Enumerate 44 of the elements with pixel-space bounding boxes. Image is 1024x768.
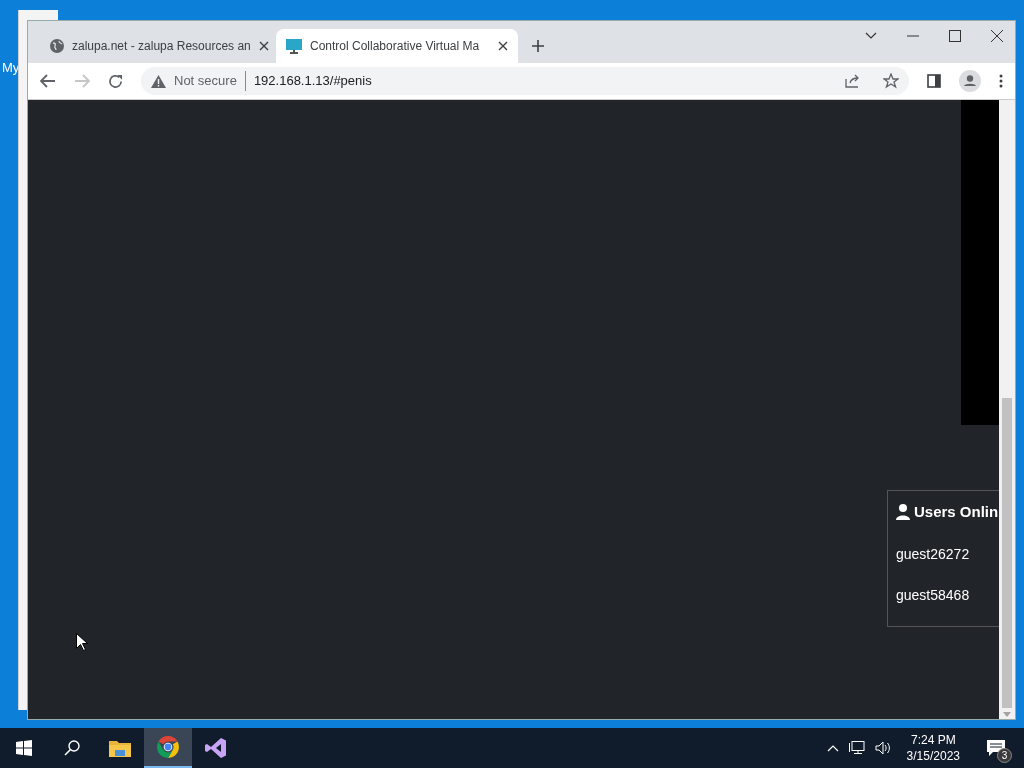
close-icon[interactable] xyxy=(498,41,508,51)
user-name: guest26272 xyxy=(896,544,971,564)
chrome-icon xyxy=(156,735,180,759)
reload-icon[interactable] xyxy=(108,73,123,89)
maximize-icon[interactable] xyxy=(949,30,961,42)
menu-icon[interactable] xyxy=(999,74,1003,88)
search-icon xyxy=(64,740,80,756)
globe-icon xyxy=(50,39,64,53)
url-text: 192.168.1.13/#penis xyxy=(253,72,373,91)
share-icon[interactable] xyxy=(845,74,861,88)
close-icon[interactable] xyxy=(991,30,1003,42)
infinity-icon xyxy=(204,736,228,760)
close-icon[interactable] xyxy=(258,41,269,51)
clock[interactable]: 7:24 PM 3/15/2023 xyxy=(900,732,966,764)
desktop-icon-label[interactable]: My xyxy=(2,58,20,78)
cursor-icon xyxy=(76,633,88,651)
chevron-up-icon[interactable] xyxy=(826,744,839,752)
star-icon[interactable] xyxy=(883,73,899,89)
windows-icon xyxy=(16,740,32,756)
speaker-icon[interactable] xyxy=(874,741,891,755)
monitor-icon xyxy=(286,38,302,54)
user-name: guest58468 xyxy=(896,585,971,605)
back-arrow-icon[interactable] xyxy=(40,74,56,88)
browser-tab[interactable]: Control Collaborative Virtual Ma xyxy=(276,29,518,63)
clock-time: 7:24 PM xyxy=(910,732,956,748)
clock-date: 3/15/2023 xyxy=(906,748,960,764)
folder-icon xyxy=(108,738,132,758)
scrollbar[interactable] xyxy=(999,100,1015,719)
tab-title: Control Collaborative Virtual Ma xyxy=(310,38,481,55)
warning-icon xyxy=(151,74,166,88)
taskbar-app[interactable] xyxy=(144,728,192,768)
new-tab-icon[interactable] xyxy=(532,40,544,52)
side-panel-icon[interactable] xyxy=(927,74,941,88)
panel-title: Users Onlin xyxy=(914,502,999,522)
chevron-down-icon[interactable] xyxy=(865,32,877,40)
notification-button[interactable]: 3 xyxy=(976,728,1016,768)
scrollbar-thumb[interactable] xyxy=(1002,398,1012,708)
network-icon[interactable] xyxy=(848,741,865,755)
notification-count: 3 xyxy=(997,748,1012,763)
user-icon xyxy=(896,504,910,521)
security-label: Not secure xyxy=(174,71,246,91)
profile-icon[interactable] xyxy=(959,70,981,92)
address-bar[interactable]: Not secure 192.168.1.13/#penis xyxy=(141,67,909,95)
tab-title: zalupa.net - zalupa Resources an xyxy=(72,38,251,55)
